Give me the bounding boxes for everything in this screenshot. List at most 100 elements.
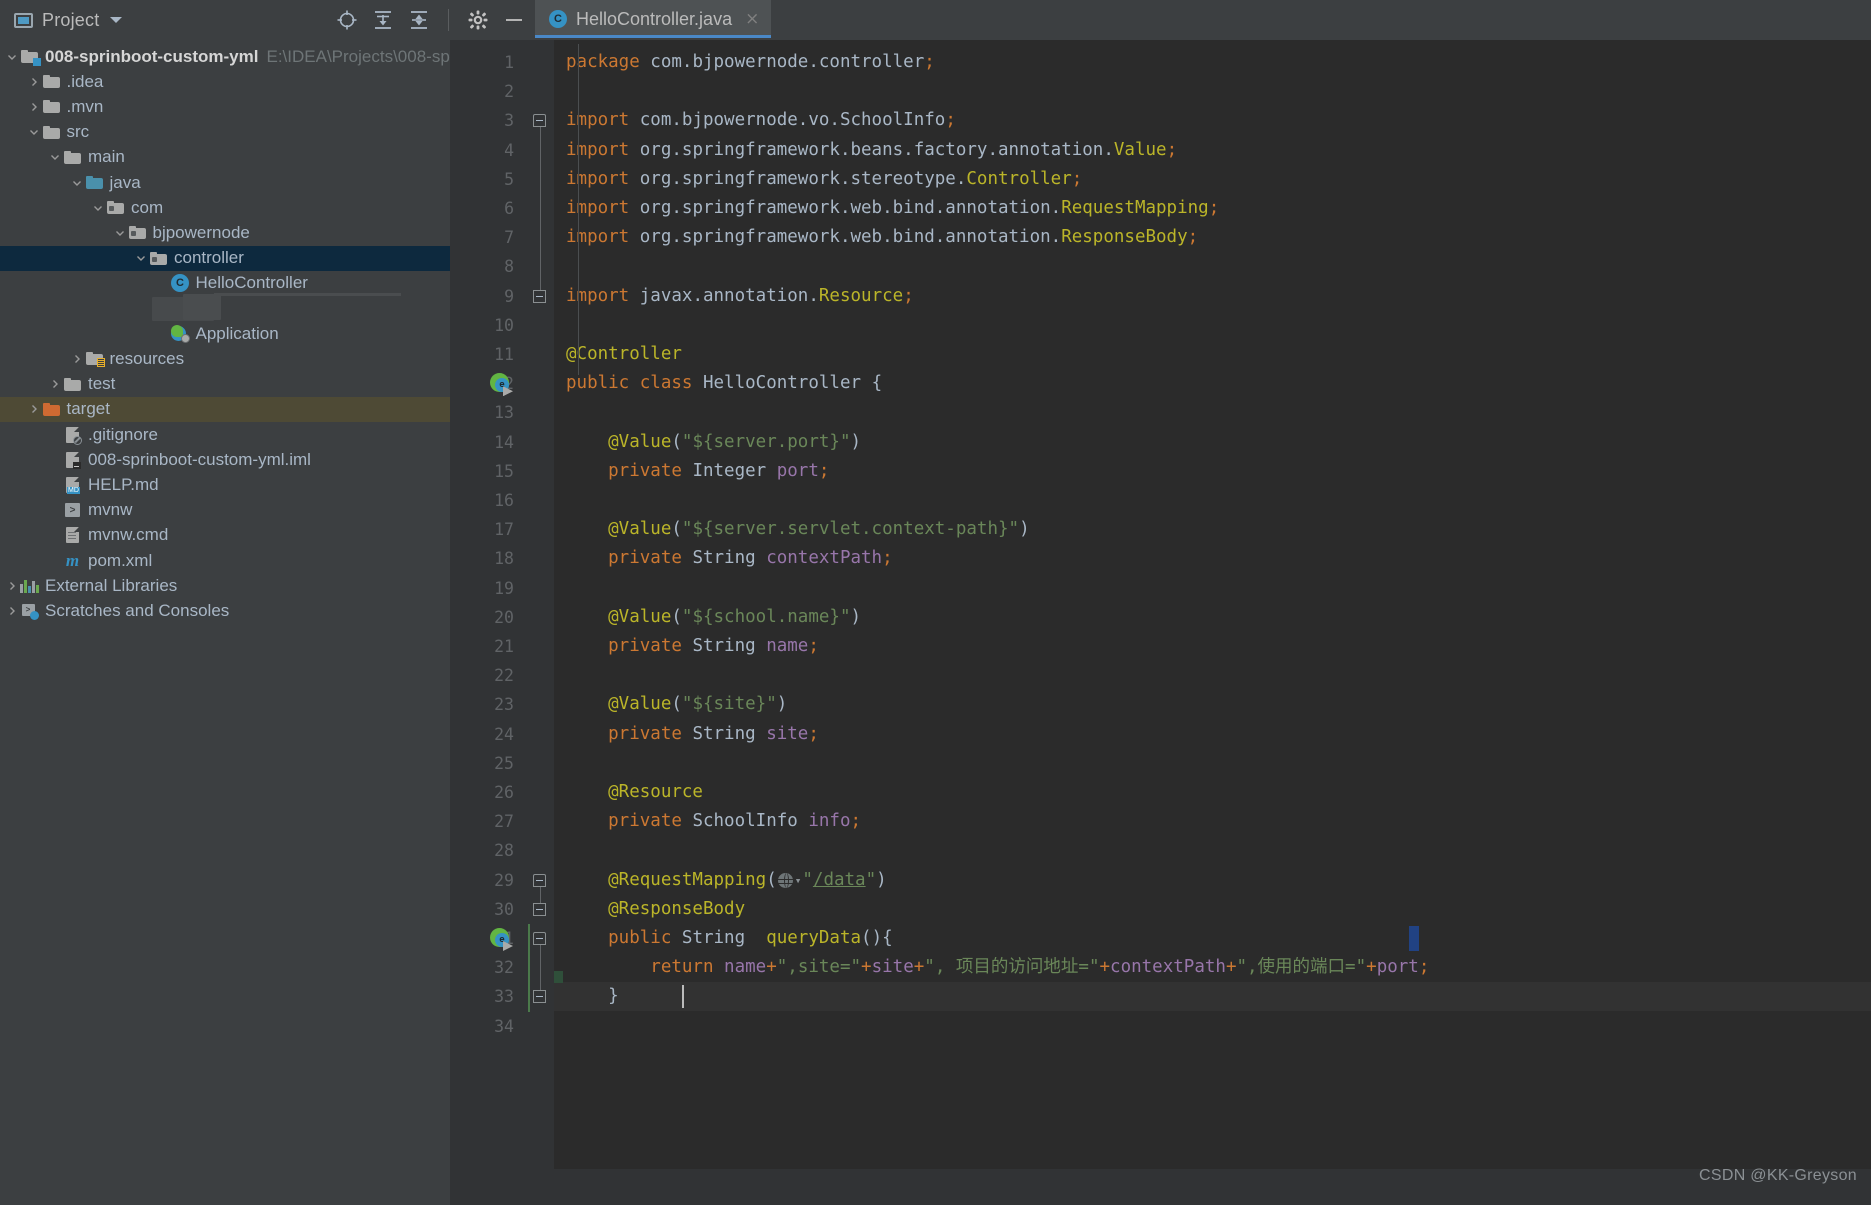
code-line[interactable]: private String site; — [554, 720, 1871, 749]
code-line[interactable] — [554, 77, 1871, 106]
line-number: 3 — [504, 111, 514, 131]
tree-row[interactable]: .mvn — [0, 94, 450, 119]
tree-row[interactable]: com — [0, 195, 450, 220]
code-line[interactable]: import org.springframework.web.bind.anno… — [554, 194, 1871, 223]
code-line[interactable]: public class HelloController { — [554, 369, 1871, 398]
chevron-down-icon[interactable] — [110, 17, 123, 23]
tree-row[interactable]: bjpowernode — [0, 220, 450, 245]
settings-gear-icon[interactable] — [467, 9, 489, 31]
tree-row[interactable]: src — [0, 120, 450, 145]
code-line[interactable]: } — [554, 982, 1871, 1011]
code-editor[interactable]: 123456789101112e131415161718192021222324… — [450, 40, 1871, 1205]
expand-all-icon[interactable] — [372, 9, 394, 31]
code-line[interactable]: import org.springframework.beans.factory… — [554, 136, 1871, 165]
tree-row[interactable]: 008-sprinboot-custom-yml E:\IDEA\Projects… — [0, 44, 450, 69]
code-token: private — [566, 636, 693, 656]
code-line[interactable] — [554, 661, 1871, 690]
chevron-right-icon[interactable] — [26, 76, 42, 88]
fold-column[interactable] — [528, 40, 554, 1205]
code-line[interactable] — [554, 1012, 1871, 1041]
tree-row[interactable]: .gitignore — [0, 422, 450, 447]
code-line[interactable] — [554, 398, 1871, 427]
tree-row[interactable]: .idea — [0, 69, 450, 94]
fold-marker[interactable] — [533, 873, 547, 888]
chevron-down-icon[interactable] — [112, 227, 128, 239]
web-globe-icon[interactable]: ▾ — [777, 872, 801, 888]
fold-marker[interactable] — [533, 990, 547, 1004]
code-token: @Value — [566, 694, 672, 715]
hide-icon[interactable] — [503, 9, 525, 31]
code-line[interactable]: @Value("${server.servlet.context-path}") — [554, 515, 1871, 544]
fold-marker[interactable] — [533, 932, 547, 946]
close-icon[interactable]: × — [745, 10, 759, 28]
tree-row[interactable]: > mvnw — [0, 498, 450, 523]
collapse-all-icon[interactable] — [408, 9, 430, 31]
tab-hello-controller[interactable]: C HelloController.java × — [535, 0, 772, 38]
project-tree[interactable]: 008-sprinboot-custom-yml E:\IDEA\Projects… — [0, 40, 450, 1205]
code-line[interactable]: import javax.annotation.Resource; — [554, 282, 1871, 311]
tree-row[interactable]: Application — [0, 321, 450, 346]
chevron-right-icon[interactable] — [47, 378, 63, 390]
code-line[interactable]: @Value("${school.name}") — [554, 603, 1871, 632]
code-token: port — [776, 460, 819, 481]
code-line[interactable]: private String name; — [554, 632, 1871, 661]
tree-row[interactable]: test — [0, 372, 450, 397]
code-line[interactable] — [554, 749, 1871, 778]
fold-marker[interactable] — [533, 114, 547, 128]
code-line[interactable] — [554, 836, 1871, 865]
tree-row[interactable]: > Scratches and Consoles — [0, 598, 450, 623]
code-line[interactable]: @RequestMapping(▾ "/data") — [554, 866, 1871, 895]
code-line[interactable]: private SchoolInfo info; — [554, 807, 1871, 836]
code-line[interactable]: @ResponseBody — [554, 895, 1871, 924]
code-line[interactable] — [554, 574, 1871, 603]
tree-row[interactable]: mvnw.cmd — [0, 523, 450, 548]
code-line[interactable]: @Value("${site}") — [554, 690, 1871, 719]
code-line[interactable]: public String queryData(){ — [554, 924, 1871, 953]
chevron-right-icon[interactable] — [4, 605, 20, 617]
fold-marker[interactable] — [533, 902, 547, 917]
chevron-right-icon[interactable] — [4, 580, 20, 592]
tree-row[interactable]: m pom.xml — [0, 548, 450, 573]
chevron-down-icon[interactable] — [90, 202, 106, 214]
tree-row[interactable]: java — [0, 170, 450, 195]
tree-row[interactable]: target — [0, 396, 450, 422]
code-line[interactable] — [554, 252, 1871, 281]
redacted-block — [183, 294, 221, 320]
tree-row[interactable]: External Libraries — [0, 573, 450, 598]
code-token: @Resource — [566, 782, 703, 802]
chevron-right-icon[interactable] — [26, 403, 42, 415]
code-line[interactable] — [554, 486, 1871, 515]
editor-gutter[interactable]: 123456789101112e131415161718192021222324… — [450, 40, 528, 1205]
chevron-right-icon[interactable] — [26, 101, 42, 113]
tree-row[interactable]: resources — [0, 346, 450, 371]
code-line[interactable]: package com.bjpowernode.controller; — [554, 48, 1871, 77]
code-line[interactable]: import org.springframework.stereotype.Co… — [554, 165, 1871, 194]
code-text[interactable]: package com.bjpowernode.controller; impor… — [554, 40, 1871, 1205]
code-area[interactable]: 123456789101112e131415161718192021222324… — [450, 40, 1871, 1205]
code-line[interactable]: @Resource — [554, 778, 1871, 807]
chevron-down-icon[interactable] — [133, 252, 149, 264]
code-line[interactable] — [554, 311, 1871, 340]
tree-row[interactable]: main — [0, 145, 450, 170]
code-line[interactable]: import com.bjpowernode.vo.SchoolInfo; — [554, 106, 1871, 135]
tree-row[interactable]: controller — [0, 245, 450, 271]
chevron-right-icon[interactable] — [69, 353, 85, 365]
chevron-down-icon[interactable] — [26, 126, 42, 138]
code-line[interactable]: @Value("${server.port}") — [554, 428, 1871, 457]
tree-row[interactable]: MD HELP.md — [0, 472, 450, 497]
code-line[interactable]: return name+",site="+site+", 项目的访问地址="+c… — [554, 953, 1871, 982]
chevron-down-icon[interactable] — [4, 51, 20, 63]
chevron-down-icon[interactable] — [69, 177, 85, 189]
code-line[interactable]: @Controller — [554, 340, 1871, 369]
locate-icon[interactable] — [336, 9, 358, 31]
code-token: ( — [671, 694, 682, 715]
fold-marker[interactable] — [533, 289, 547, 304]
line-number: 21 — [494, 637, 514, 656]
code-line[interactable]: import org.springframework.web.bind.anno… — [554, 223, 1871, 252]
tree-row[interactable]: 008-sprinboot-custom-yml.iml — [0, 447, 450, 472]
chevron-down-icon[interactable] — [47, 151, 63, 163]
spring-bean-run-icon[interactable]: e — [490, 928, 513, 951]
spring-bean-run-icon[interactable]: e — [490, 373, 513, 397]
code-line[interactable]: private String contextPath; — [554, 544, 1871, 573]
code-line[interactable]: private Integer port; — [554, 457, 1871, 486]
